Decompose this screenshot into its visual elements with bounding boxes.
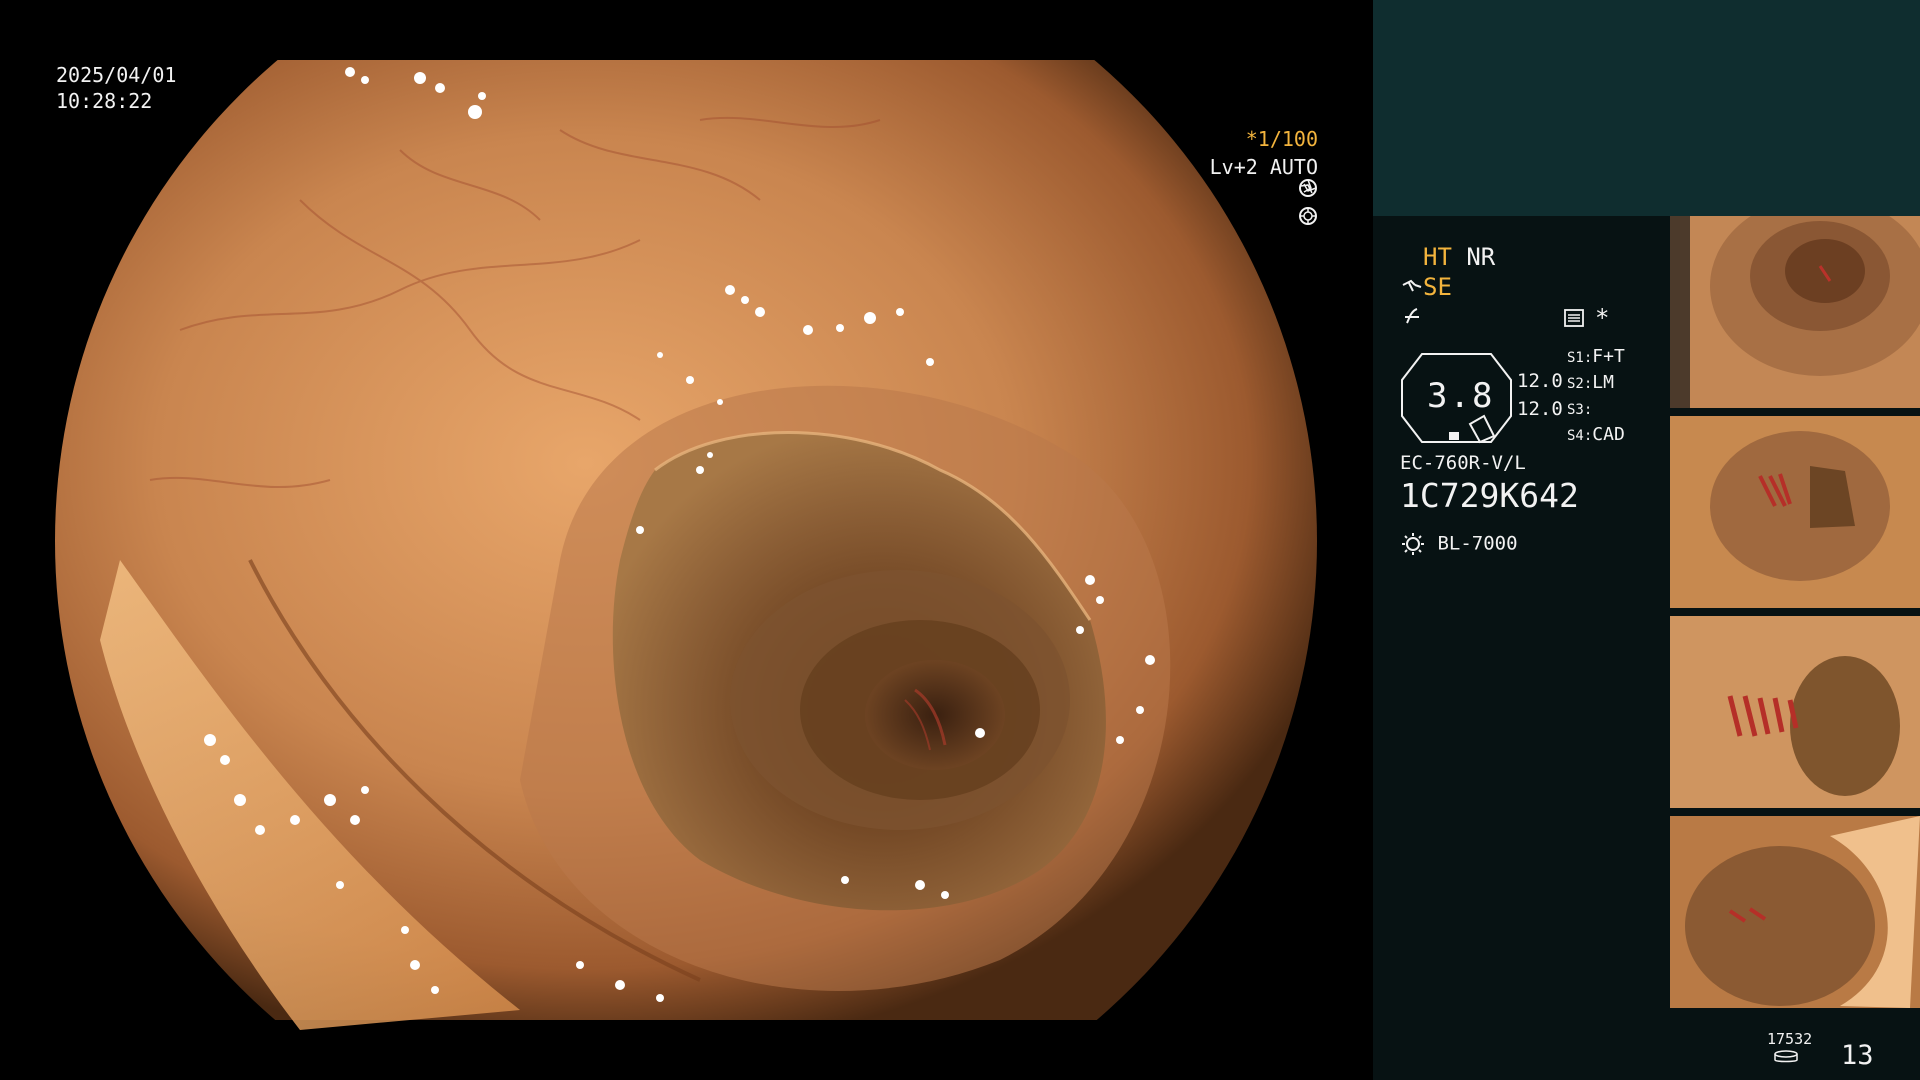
nr-label: NR: [1466, 243, 1496, 271]
light-source-icon: [1400, 533, 1426, 555]
switch-s1: S1:F+T: [1567, 346, 1625, 367]
settings-icon: [1563, 308, 1585, 332]
endoscope-live-view: 2025/04/01 10:28:22 *1/100 Lv+2 AUTO: [0, 0, 1372, 1080]
switch-s2-key: S2:: [1567, 376, 1593, 392]
exam-datetime: 2025/04/01 10:28:22: [56, 62, 176, 114]
switch-s3: S3:: [1567, 398, 1592, 419]
image-count: 13: [1841, 1040, 1874, 1071]
switch-s2: S2:LM: [1567, 372, 1614, 393]
mode-se: SE: [1401, 273, 1452, 301]
exam-time: 10:28:22: [56, 89, 153, 113]
mode-ht-nr: HT NR: [1423, 243, 1495, 271]
status-panel: HT NR SE * 3.8 12.0 12.0 S1:F+T S2:LM S3…: [1373, 0, 1920, 1080]
se-label: SE: [1423, 273, 1452, 301]
gain-value-2: 12.0: [1517, 398, 1563, 420]
iris-mode: Lv+2 AUTO: [1209, 154, 1318, 179]
hose-icon: [1401, 273, 1423, 301]
switch-s1-value: F+T: [1592, 346, 1625, 367]
thumbnail-image: [1670, 216, 1920, 408]
database-icon: [1773, 1049, 1799, 1068]
scope-model: EC-760R-V/L: [1400, 452, 1526, 474]
panel-header-area: [1373, 0, 1920, 216]
switch-s2-value: LM: [1592, 372, 1614, 393]
thumbnail-image: [1670, 416, 1920, 608]
iris-readout: Lv+2 AUTO: [1129, 126, 1318, 284]
gain-value-1: 12.0: [1517, 370, 1563, 392]
thumbnail-image: [1670, 616, 1920, 808]
switch-s3-key: S3:: [1567, 402, 1593, 418]
endoscopy-monitor: 2025/04/01 10:28:22 *1/100 Lv+2 AUTO HT …: [0, 0, 1920, 1080]
scope-serial: 1C729K642: [1400, 476, 1579, 515]
iris-icon: [1202, 180, 1318, 258]
exam-date: 2025/04/01: [56, 63, 177, 87]
zoom-ratio: 3.8: [1427, 376, 1495, 416]
switch-s4-key: S4:: [1567, 428, 1593, 444]
scope-info-panel: HT NR SE * 3.8 12.0 12.0 S1:F+T S2:LM S3…: [1373, 216, 1670, 1080]
switch-s4-value: CAD: [1592, 424, 1625, 445]
switch-s1-key: S1:: [1567, 350, 1593, 366]
capture-thumbnail-strip: [1670, 216, 1920, 1016]
freeze-icon: [1401, 305, 1423, 333]
thumbnail-1[interactable]: [1670, 216, 1920, 408]
storage-count: 17532: [1767, 1030, 1813, 1048]
thumbnail-image: [1670, 816, 1920, 1008]
thumbnail-4[interactable]: [1670, 816, 1920, 1008]
switch-s4: S4:CAD: [1567, 424, 1625, 445]
asterisk-indicator: *: [1595, 304, 1610, 332]
thumbnail-3[interactable]: [1670, 616, 1920, 808]
ht-label: HT: [1423, 243, 1452, 271]
light-source-model: BL-7000: [1437, 532, 1518, 555]
thumbnail-2[interactable]: [1670, 416, 1920, 608]
light-source: BL-7000: [1400, 532, 1518, 556]
